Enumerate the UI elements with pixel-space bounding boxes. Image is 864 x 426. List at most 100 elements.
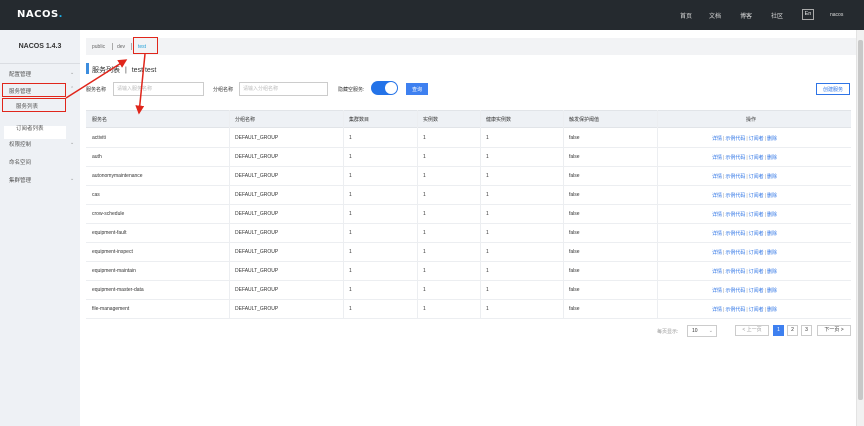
service-name-cell: equipment-inspect (92, 249, 133, 255)
sample-code-link[interactable]: 示例代码 (725, 231, 745, 237)
chevron-down-icon: ⌄ (708, 328, 713, 334)
subscriber-link[interactable]: 订阅者 (749, 136, 764, 142)
group-name-input[interactable] (239, 82, 328, 96)
delete-link[interactable]: 删除 (767, 269, 777, 275)
detail-link[interactable]: 详情 (712, 250, 722, 256)
delete-link[interactable]: 删除 (767, 307, 777, 313)
language-switch-button[interactable]: En (802, 9, 814, 20)
annotation-box-service-list (2, 98, 66, 112)
detail-link[interactable]: 详情 (712, 193, 722, 199)
row-actions: 详情|示例代码|订阅者|删除 (712, 268, 777, 275)
healthy-instance-cell: 1 (486, 306, 489, 312)
action-separator: | (746, 193, 748, 199)
top-bar: NACOS. 首页 文档 博客 社区 En nacos (0, 0, 864, 30)
instance-count-cell: 1 (423, 192, 426, 198)
sidebar-divider (0, 63, 80, 64)
delete-link[interactable]: 删除 (767, 212, 777, 218)
detail-link[interactable]: 详情 (712, 307, 722, 313)
detail-link[interactable]: 详情 (712, 174, 722, 180)
healthy-instance-cell: 1 (486, 192, 489, 198)
detail-link[interactable]: 详情 (712, 155, 722, 161)
chevron-down-icon[interactable]: ⌄ (70, 70, 74, 76)
healthy-instance-cell: 1 (486, 249, 489, 255)
delete-link[interactable]: 删除 (767, 193, 777, 199)
nav-docs-link[interactable]: 文档 (709, 11, 721, 20)
sidebar-item-subscriber-list[interactable]: 订阅者列表 (16, 124, 44, 132)
delete-link[interactable]: 删除 (767, 174, 777, 180)
namespace-dev-link[interactable]: dev (117, 44, 125, 50)
service-name-cell: file-management (92, 306, 130, 312)
subscriber-link[interactable]: 订阅者 (749, 193, 764, 199)
delete-link[interactable]: 删除 (767, 155, 777, 161)
row-actions: 详情|示例代码|订阅者|删除 (712, 211, 777, 218)
table-row: activiti DEFAULT_GROUP 1 1 1 false 详情|示例代码|订阅者… (86, 129, 851, 148)
next-page-button[interactable]: 下一页 > (817, 325, 851, 336)
chevron-down-icon[interactable]: ⌄ (70, 176, 74, 182)
sidebar-item-namespace[interactable]: 命名空间 (9, 158, 31, 166)
chevron-up-icon[interactable]: ⌃ (70, 86, 74, 92)
subscriber-link[interactable]: 订阅者 (749, 155, 764, 161)
delete-link[interactable]: 删除 (767, 136, 777, 142)
page-2-button[interactable]: 2 (787, 325, 798, 336)
sample-code-link[interactable]: 示例代码 (725, 250, 745, 256)
sample-code-link[interactable]: 示例代码 (725, 174, 745, 180)
delete-link[interactable]: 删除 (767, 288, 777, 294)
subscriber-link[interactable]: 订阅者 (749, 269, 764, 275)
protect-threshold-cell: false (569, 154, 580, 160)
sample-code-link[interactable]: 示例代码 (725, 136, 745, 142)
query-button[interactable]: 查询 (406, 83, 428, 95)
nav-blog-link[interactable]: 博客 (740, 11, 752, 20)
table-row: equipment-inspect DEFAULT_GROUP 1 1 1 false 详情… (86, 243, 851, 262)
subscriber-link[interactable]: 订阅者 (749, 250, 764, 256)
hide-empty-label: 隐藏空服务: (338, 87, 365, 93)
page-3-button[interactable]: 3 (801, 325, 812, 336)
table-row: equipment-master-data DEFAULT_GROUP 1 1 1 fal… (86, 281, 851, 300)
page-size-select[interactable]: 10 ⌄ (687, 325, 717, 337)
prev-page-button[interactable]: < 上一页 (735, 325, 769, 336)
protect-threshold-cell: false (569, 287, 580, 293)
vertical-scrollbar[interactable] (856, 30, 864, 426)
namespace-public-link[interactable]: public (92, 44, 105, 50)
sample-code-link[interactable]: 示例代码 (725, 269, 745, 275)
sidebar-item-access-control[interactable]: 权限控制 (9, 140, 31, 148)
service-name-input[interactable] (113, 82, 204, 96)
detail-link[interactable]: 详情 (712, 288, 722, 294)
create-service-button[interactable]: 创建服务 (816, 83, 850, 95)
delete-link[interactable]: 删除 (767, 250, 777, 256)
action-separator: | (764, 136, 766, 142)
action-separator: | (764, 307, 766, 313)
subscriber-link[interactable]: 订阅者 (749, 212, 764, 218)
user-name[interactable]: nacos (830, 12, 843, 18)
subscriber-link[interactable]: 订阅者 (749, 307, 764, 313)
subscriber-link[interactable]: 订阅者 (749, 231, 764, 237)
chevron-down-icon[interactable]: ⌄ (70, 140, 74, 146)
hide-empty-toggle[interactable] (371, 81, 398, 95)
cluster-count-cell: 1 (349, 249, 352, 255)
instance-count-cell: 1 (423, 173, 426, 179)
sample-code-link[interactable]: 示例代码 (725, 288, 745, 294)
row-actions: 详情|示例代码|订阅者|删除 (712, 287, 777, 294)
sample-code-link[interactable]: 示例代码 (725, 212, 745, 218)
detail-link[interactable]: 详情 (712, 269, 722, 275)
page-1-button[interactable]: 1 (773, 325, 784, 336)
nav-home-link[interactable]: 首页 (680, 11, 692, 20)
nav-community-link[interactable]: 社区 (771, 11, 783, 20)
subscriber-link[interactable]: 订阅者 (749, 288, 764, 294)
version-label: NACOS 1.4.3 (18, 43, 62, 50)
nacos-logo[interactable]: NACOS. (17, 9, 63, 20)
sample-code-link[interactable]: 示例代码 (725, 155, 745, 161)
sidebar-item-cluster-management[interactable]: 集群管理 (9, 176, 31, 184)
action-separator: | (746, 155, 748, 161)
sidebar-item-config-management[interactable]: 配置管理 (9, 70, 31, 78)
delete-link[interactable]: 删除 (767, 231, 777, 237)
toggle-knob (385, 82, 397, 94)
sample-code-link[interactable]: 示例代码 (725, 193, 745, 199)
sample-code-link[interactable]: 示例代码 (725, 307, 745, 313)
scrollbar-thumb[interactable] (858, 40, 863, 400)
detail-link[interactable]: 详情 (712, 212, 722, 218)
service-name-cell: equipment-maintain (92, 268, 136, 274)
subscriber-link[interactable]: 订阅者 (749, 174, 764, 180)
detail-link[interactable]: 详情 (712, 136, 722, 142)
detail-link[interactable]: 详情 (712, 231, 722, 237)
service-name-label: 服务名称 (86, 87, 107, 93)
